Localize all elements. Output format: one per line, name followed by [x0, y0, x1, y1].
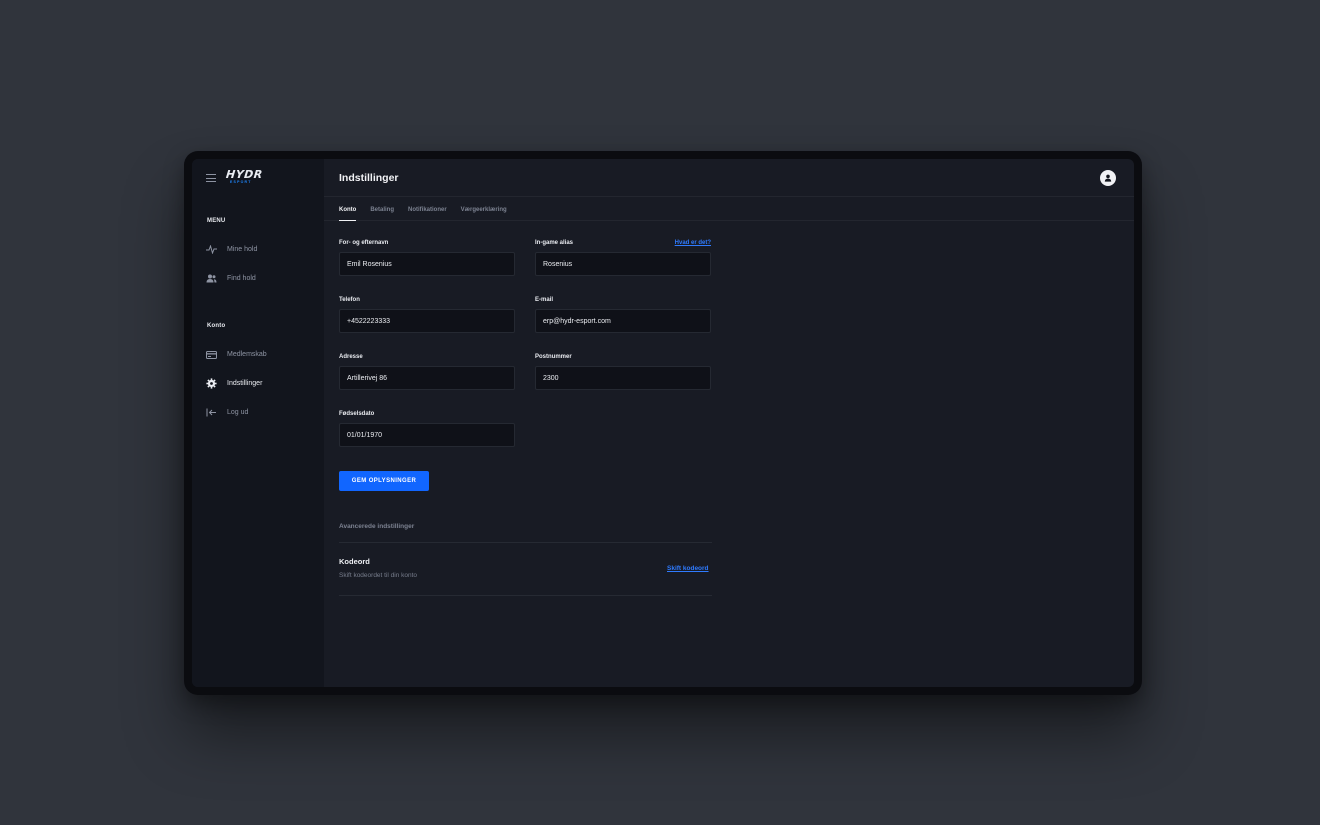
zip-input[interactable]: 2300	[535, 366, 711, 390]
divider	[339, 542, 712, 543]
user-avatar-button[interactable]	[1100, 169, 1116, 186]
logo[interactable]: HYDR ESPORT	[225, 168, 264, 187]
device-frame: HYDR ESPORT MENU Mine hold Find hold Kon…	[184, 151, 1142, 695]
address-label: Adresse	[339, 354, 363, 360]
sidebar-item-label: Mine hold	[227, 246, 258, 253]
zip-field-group: Postnummer 2300	[535, 354, 711, 390]
main-content: Indstillinger Konto Betaling Notifikatio…	[324, 159, 1134, 687]
sidebar-item-label: Medlemskab	[227, 351, 267, 358]
logout-icon	[206, 407, 217, 418]
zip-label: Postnummer	[535, 354, 572, 360]
password-description: Skift kodeordet til din konto	[339, 572, 418, 579]
alias-input[interactable]: Rosenius	[535, 252, 711, 276]
sidebar-item-mine-hold[interactable]: Mine hold	[192, 235, 324, 264]
alias-help-link[interactable]: Hvad er det?	[675, 240, 711, 250]
phone-label: Telefon	[339, 297, 360, 303]
phone-input[interactable]: +4522223333	[339, 309, 515, 333]
sidebar-item-find-hold[interactable]: Find hold	[192, 264, 324, 293]
tab-konto[interactable]: Konto	[339, 207, 357, 221]
name-field-group: For- og efternavn Emil Rosenius	[339, 240, 515, 276]
sidebar-item-medlemskab[interactable]: Medlemskab	[192, 340, 324, 369]
name-label: For- og efternavn	[339, 240, 389, 246]
alias-label: In-game alias	[535, 240, 574, 246]
birthdate-input[interactable]: 01/01/1970	[339, 423, 515, 447]
birthdate-field-group: Fødselsdato 01/01/1970	[339, 411, 515, 447]
app-window: HYDR ESPORT MENU Mine hold Find hold Kon…	[192, 159, 1134, 687]
sidebar-item-indstillinger[interactable]: Indstillinger	[192, 369, 324, 398]
users-icon	[206, 273, 217, 284]
tab-vaergeerklaering[interactable]: Værgeerklæring	[461, 207, 507, 220]
address-field-group: Adresse Artillerivej 86	[339, 354, 515, 390]
save-button[interactable]: GEM OPLYSNINGER	[339, 471, 429, 491]
activity-icon	[206, 244, 217, 255]
user-icon	[1104, 174, 1112, 182]
logo-text: HYDR	[225, 168, 264, 181]
sidebar-item-log-ud[interactable]: Log ud	[192, 398, 324, 427]
email-label: E-mail	[535, 297, 554, 303]
change-password-link[interactable]: Skift kodeord	[667, 565, 709, 572]
sidebar-header: HYDR ESPORT	[192, 159, 324, 197]
card-icon	[206, 349, 217, 360]
page-title: Indstillinger	[339, 171, 399, 184]
settings-tabs: Konto Betaling Notifikationer Værgeerklæ…	[324, 197, 1134, 221]
divider	[339, 595, 712, 596]
name-input[interactable]: Emil Rosenius	[339, 252, 515, 276]
top-bar: Indstillinger	[324, 159, 1134, 197]
email-field-group: E-mail erp@hydr-esport.com	[535, 297, 711, 333]
tab-notifikationer[interactable]: Notifikationer	[408, 207, 447, 220]
phone-field-group: Telefon +4522223333	[339, 297, 515, 333]
sidebar-item-label: Indstillinger	[227, 380, 263, 387]
hamburger-menu-icon[interactable]	[206, 174, 216, 182]
password-title: Kodeord	[339, 557, 370, 566]
alias-field-group: In-game alias Hvad er det? Rosenius	[535, 240, 711, 276]
gear-icon	[206, 378, 217, 389]
tab-betaling[interactable]: Betaling	[370, 207, 394, 220]
address-input[interactable]: Artillerivej 86	[339, 366, 515, 390]
birthdate-label: Fødselsdato	[339, 411, 375, 417]
email-input[interactable]: erp@hydr-esport.com	[535, 309, 711, 333]
sidebar-item-label: Log ud	[227, 409, 249, 416]
sidebar: HYDR ESPORT MENU Mine hold Find hold Kon…	[192, 159, 324, 687]
sidebar-item-label: Find hold	[227, 275, 256, 282]
advanced-settings-heading: Avancerede indstillinger	[339, 523, 415, 530]
account-form: For- og efternavn Emil Rosenius In-game …	[339, 240, 712, 447]
